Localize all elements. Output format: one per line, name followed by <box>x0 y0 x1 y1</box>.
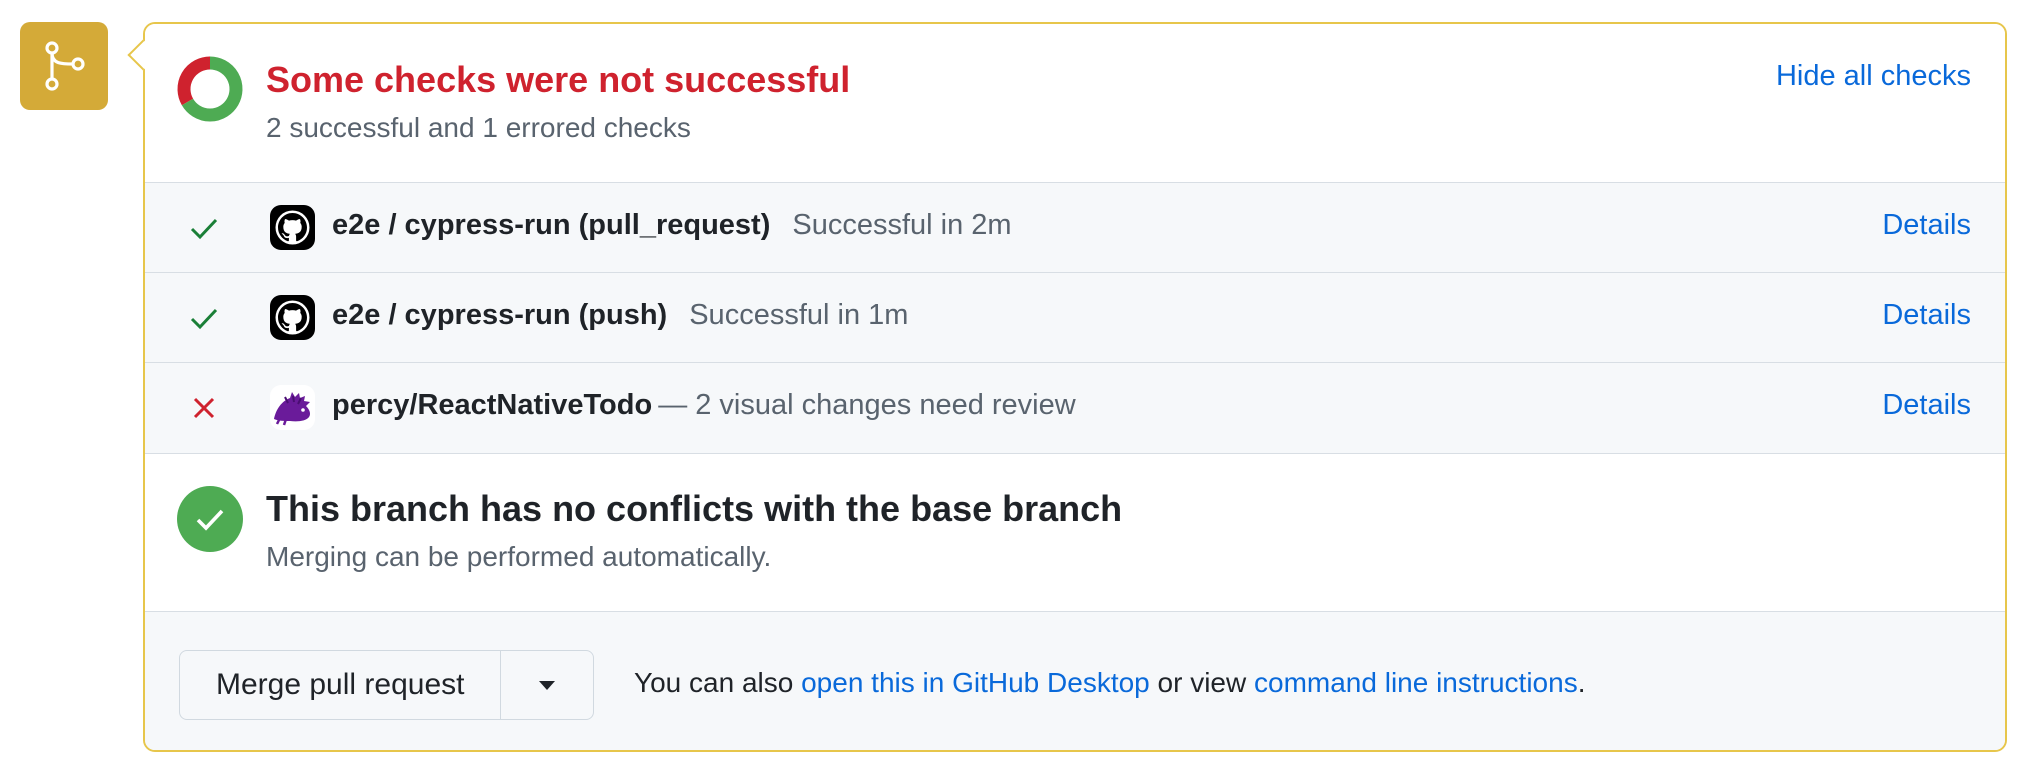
check-circle-icon <box>177 486 243 552</box>
merge-box: Some checks were not successful 2 succes… <box>143 22 2007 752</box>
check-row: e2e / cypress-run (pull_request) Successf… <box>145 183 2005 273</box>
check-description: — 2 visual changes need review <box>658 389 1076 421</box>
alternative-merge-text: You can also open this in GitHub Desktop… <box>634 667 1586 698</box>
percy-hedgehog-icon <box>270 385 315 430</box>
open-in-desktop-link[interactable]: open this in GitHub Desktop <box>801 667 1150 698</box>
checks-summary: Some checks were not successful 2 succes… <box>145 24 2005 183</box>
check-row: percy/ReactNativeTodo — 2 visual changes … <box>145 363 2005 454</box>
check-description: Successful in 2m <box>792 209 1012 241</box>
checks-status-subtitle: 2 successful and 1 errored checks <box>266 112 691 143</box>
status-donut-icon <box>177 56 243 122</box>
merge-status-subtitle: Merging can be performed automatically. <box>266 541 772 572</box>
check-row: e2e / cypress-run (push) Successful in 1m… <box>145 273 2005 363</box>
merge-actions: Merge pull request You can also open thi… <box>145 612 2005 750</box>
check-name: e2e / cypress-run (pull_request) <box>332 209 771 241</box>
merge-options-dropdown[interactable] <box>501 651 593 719</box>
check-name: percy/ReactNativeTodo <box>332 389 653 421</box>
github-icon <box>270 295 315 340</box>
merge-status-title: This branch has no conflicts with the ba… <box>266 488 1123 529</box>
merge-button-group: Merge pull request <box>179 650 595 720</box>
merge-pull-request-button[interactable]: Merge pull request <box>180 651 502 719</box>
branch-badge <box>20 22 108 110</box>
check-description: Successful in 1m <box>689 299 909 331</box>
merge-status: This branch has no conflicts with the ba… <box>145 454 2005 612</box>
donut-segment-errored <box>177 56 211 106</box>
triangle-down-icon <box>539 681 556 690</box>
hide-all-checks-link[interactable]: Hide all checks <box>1776 60 1971 93</box>
check-icon <box>190 218 218 240</box>
check-name: e2e / cypress-run (push) <box>332 299 668 331</box>
check-details-link[interactable]: Details <box>1882 389 1971 422</box>
github-icon <box>270 205 315 250</box>
git-branch-icon <box>45 41 85 91</box>
check-details-link[interactable]: Details <box>1882 209 1971 242</box>
x-icon <box>193 397 215 419</box>
checks-status-title: Some checks were not successful <box>266 59 851 100</box>
command-line-instructions-link[interactable]: command line instructions <box>1254 667 1578 698</box>
check-icon <box>190 308 218 330</box>
check-details-link[interactable]: Details <box>1882 299 1971 332</box>
